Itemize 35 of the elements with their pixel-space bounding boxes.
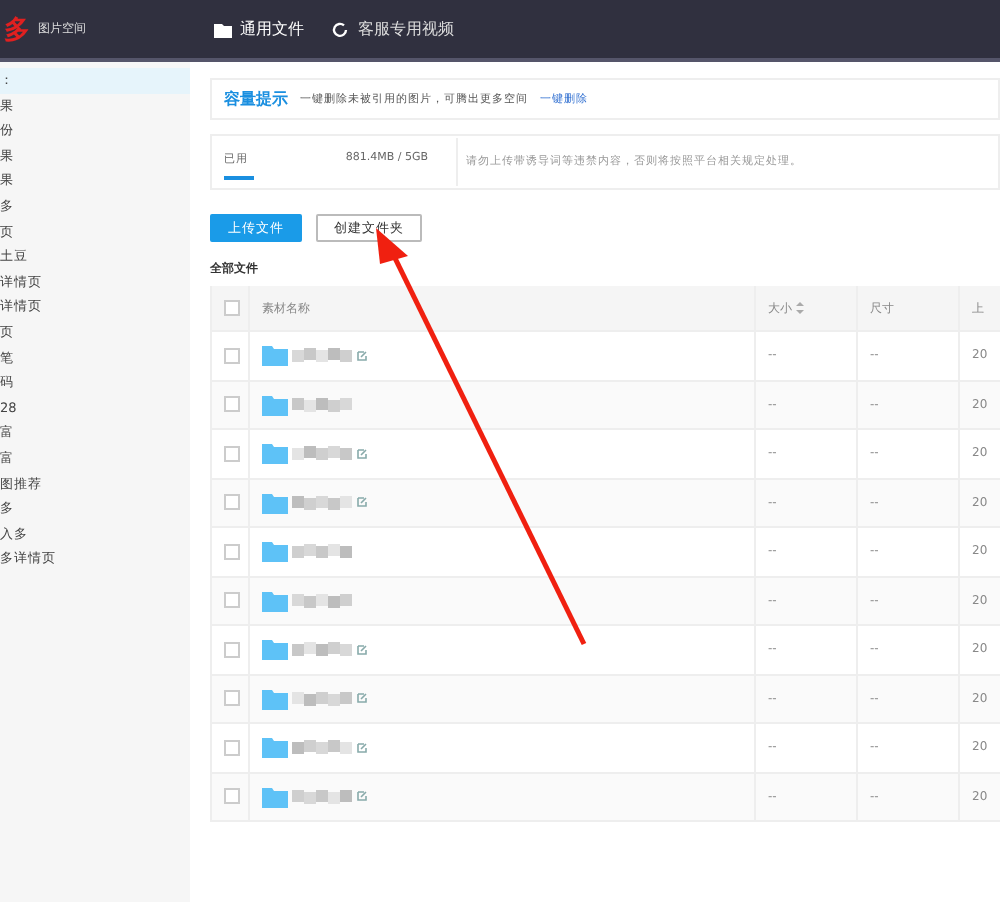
- edit-icon: [356, 741, 368, 754]
- checkbox[interactable]: [224, 592, 240, 609]
- checkbox[interactable]: [224, 690, 240, 707]
- folder-icon: [262, 638, 288, 661]
- checkbox[interactable]: [224, 739, 240, 756]
- checkbox[interactable]: [224, 300, 240, 316]
- edit-icon: [356, 790, 368, 803]
- checkbox[interactable]: [224, 641, 240, 658]
- edit-icon: [356, 496, 368, 509]
- checkbox[interactable]: [224, 396, 240, 413]
- folder-icon: [262, 442, 288, 465]
- logo: 多: [4, 13, 30, 47]
- edit-icon: [356, 692, 368, 705]
- nav-tab[interactable]: 通用文件: [214, 18, 304, 40]
- edit-icon: [356, 447, 368, 460]
- edit-icon: [356, 349, 368, 362]
- folder-icon: [262, 687, 288, 710]
- folder-icon: [262, 491, 288, 514]
- folder-icon: [262, 344, 288, 367]
- refresh-icon: [332, 21, 350, 37]
- checkbox[interactable]: [224, 347, 240, 364]
- checkbox[interactable]: [224, 788, 240, 805]
- edit-icon: [356, 643, 368, 656]
- folder-icon: [214, 21, 232, 37]
- folder-icon: [262, 785, 288, 808]
- capacity-title: 容量提示: [224, 88, 288, 110]
- sort-icon: [796, 302, 804, 314]
- checkbox[interactable]: [224, 445, 240, 462]
- folder-icon: [262, 393, 288, 416]
- nav-tab[interactable]: 客服专用视频: [332, 18, 454, 40]
- folder-icon: [262, 589, 288, 612]
- folder-icon: [262, 540, 288, 563]
- checkbox[interactable]: [224, 543, 240, 560]
- folder-icon: [262, 736, 288, 759]
- checkbox[interactable]: [224, 494, 240, 511]
